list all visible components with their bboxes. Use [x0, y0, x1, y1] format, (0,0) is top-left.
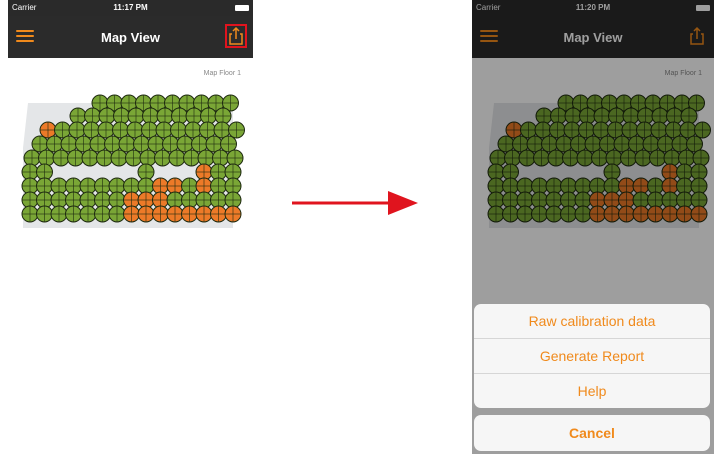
share-icon	[229, 26, 243, 45]
status-time: 11:17 PM	[113, 3, 148, 12]
page-title: Map View	[100, 30, 160, 45]
phone-screen-after: Carrier 11:20 PM Map View Map Floor 1 Ra…	[472, 0, 714, 454]
phone-screen-before: Carrier 11:17 PM Map View Map Floor 1	[8, 0, 253, 454]
navigation-bar: Map View	[8, 16, 253, 58]
action-generate-report[interactable]: Generate Report	[474, 339, 710, 374]
action-raw-calibration-data[interactable]: Raw calibration data	[474, 304, 710, 339]
battery-icon	[235, 5, 249, 11]
status-bar: Carrier 11:17 PM	[8, 0, 253, 16]
action-help[interactable]: Help	[474, 374, 710, 408]
share-button[interactable]	[225, 24, 247, 48]
action-sheet: Raw calibration data Generate Report Hel…	[474, 304, 710, 408]
sensor-map[interactable]	[8, 58, 253, 454]
arrow-right-icon	[292, 191, 418, 215]
map-view: Map Floor 1	[8, 58, 253, 454]
cancel-button[interactable]: Cancel	[474, 415, 710, 451]
